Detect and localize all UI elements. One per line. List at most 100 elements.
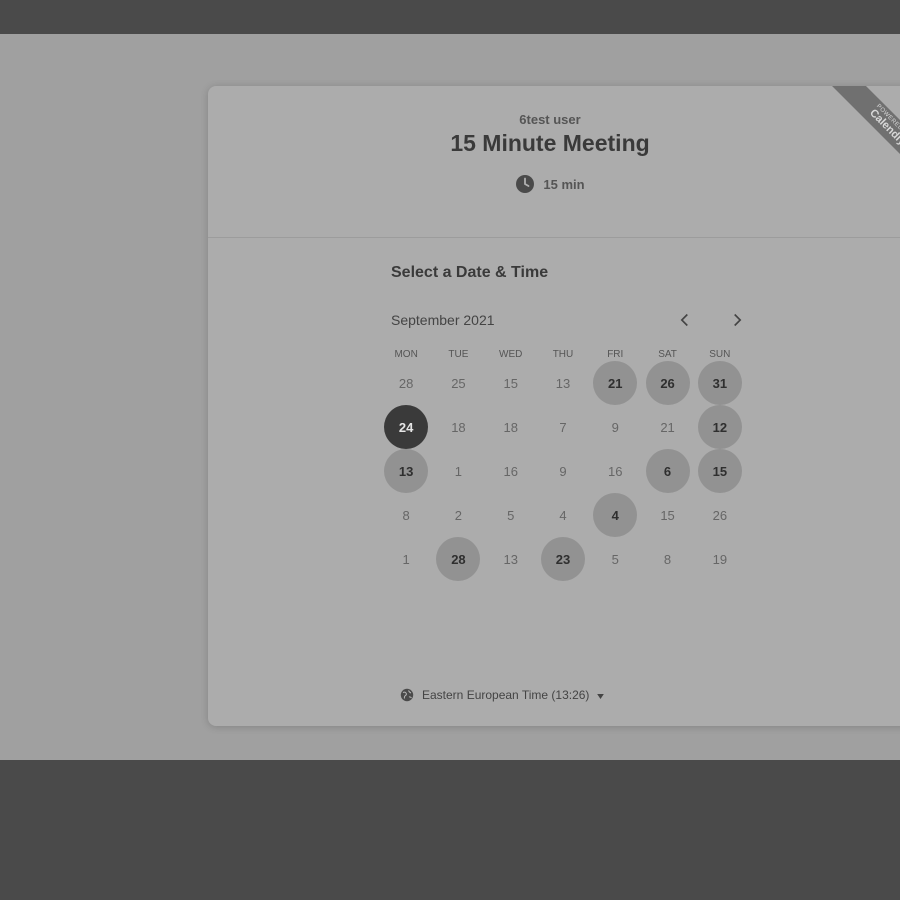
- host-name: 6test user: [519, 112, 581, 127]
- clock-icon: [515, 174, 535, 194]
- day-number: 4: [559, 507, 567, 523]
- day-number: 15: [660, 507, 675, 523]
- day-number: 21: [593, 361, 638, 405]
- calendar-day-available[interactable]: 21: [589, 361, 641, 405]
- day-number: 24: [384, 405, 429, 449]
- previous-month-button[interactable]: [673, 309, 697, 333]
- month-label: September 2021: [391, 312, 495, 328]
- weekday-label: MON: [394, 349, 418, 360]
- calendar-day-unavailable: 18: [432, 406, 484, 448]
- day-number: 2: [454, 507, 463, 523]
- duration-label: 15 min: [543, 176, 585, 192]
- calendar-weeks: 28 25 15 13 21 26 31 24 18 18 7 9 21 12 13 1 16 9 16 6 15 8 2 5…: [380, 361, 746, 581]
- weekday-label: THU: [552, 349, 574, 360]
- calendar-day-unavailable: 1: [380, 538, 432, 580]
- calendar-day-unavailable: 28: [380, 362, 432, 404]
- day-number: 15: [697, 449, 742, 493]
- calendar-day-available[interactable]: 26: [641, 361, 693, 405]
- caret-down-icon: [597, 688, 605, 702]
- calendar-grid: MON TUE WED THU FRI SAT SUN 28 25 15 13 21 26…: [380, 349, 746, 581]
- badge-brand-text: Calendly: [867, 106, 900, 148]
- day-number: 19: [712, 551, 728, 567]
- calendar-day-unavailable: 19: [694, 538, 746, 580]
- day-number: 15: [503, 375, 518, 391]
- month-navigation: September 2021: [391, 309, 742, 333]
- day-number: 31: [697, 361, 742, 405]
- calendar-day-unavailable: 9: [537, 450, 589, 492]
- day-number: 16: [503, 463, 518, 479]
- calendar-day-unavailable: 21: [641, 406, 693, 448]
- day-number: 13: [503, 551, 518, 567]
- date-picker-section: Select a Date & Time September 2021 MON: [208, 239, 900, 726]
- calendar-day-unavailable: 8: [641, 538, 693, 580]
- calendar-day-unavailable: 15: [485, 362, 537, 404]
- calendar-day-available[interactable]: 15: [694, 449, 746, 493]
- day-number: 5: [611, 551, 619, 567]
- event-header: 6test user 15 Minute Meeting 15 min: [208, 86, 900, 238]
- calendar-week: 28 25 15 13 21 26 31: [380, 361, 746, 405]
- weekday-label: FRI: [607, 349, 624, 360]
- calendar-day-available[interactable]: 28: [432, 537, 484, 581]
- day-number: 18: [503, 419, 518, 435]
- section-title: Select a Date & Time: [391, 264, 549, 281]
- day-number: 1: [402, 551, 410, 567]
- calendar-day-available[interactable]: 12: [694, 405, 746, 449]
- weekday-header: MON TUE WED THU FRI SAT SUN: [380, 349, 746, 360]
- event-duration: 15 min: [208, 174, 892, 194]
- day-number: 12: [697, 405, 742, 449]
- chevron-right-icon: [734, 313, 742, 327]
- day-number: 13: [384, 449, 429, 493]
- calendar-day-unavailable: 5: [589, 538, 641, 580]
- calendar-day-unavailable: 16: [485, 450, 537, 492]
- calendar-day-unavailable: 26: [694, 494, 746, 536]
- badge-ribbon: POWERED BY Calendly: [827, 86, 900, 188]
- calendar-day-unavailable: 13: [537, 362, 589, 404]
- calendar-day-unavailable: 7: [537, 406, 589, 448]
- timezone-label: Eastern European Time (13:26): [422, 688, 590, 702]
- day-number: 28: [398, 375, 414, 391]
- day-number: 16: [608, 463, 623, 479]
- globe-icon: [400, 688, 414, 702]
- weekday-label: TUE: [448, 349, 469, 360]
- day-number: 8: [402, 507, 410, 523]
- calendar-day-unavailable: 8: [380, 494, 432, 536]
- calendar-day-unavailable: 13: [485, 538, 537, 580]
- calendar-day-unavailable: 18: [485, 406, 537, 448]
- day-number: 1: [454, 463, 463, 479]
- weekday-label: SAT: [658, 349, 677, 360]
- calendar-day-available[interactable]: 23: [537, 537, 589, 581]
- calendar-day-available[interactable]: 4: [589, 493, 641, 537]
- calendar-day-unavailable: 9: [589, 406, 641, 448]
- calendar-day-unavailable: 16: [589, 450, 641, 492]
- day-number: 26: [712, 507, 728, 523]
- day-number: 5: [507, 507, 515, 523]
- calendar-day-selected[interactable]: 24: [380, 405, 432, 449]
- day-number: 18: [451, 419, 466, 435]
- day-number: 26: [645, 361, 690, 405]
- next-month-button[interactable]: [725, 309, 749, 333]
- weekday-label: SUN: [709, 349, 731, 360]
- chevron-left-icon: [680, 313, 688, 327]
- calendar-day-unavailable: 4: [537, 494, 589, 536]
- calendar-day-available[interactable]: 6: [641, 449, 693, 493]
- day-number: 25: [451, 375, 466, 391]
- day-number: 6: [645, 449, 690, 493]
- calendar-day-unavailable: 2: [432, 494, 484, 536]
- event-title: 15 Minute Meeting: [450, 130, 650, 156]
- calendar-day-unavailable: 25: [432, 362, 484, 404]
- calendar-day-available[interactable]: 13: [380, 449, 432, 493]
- powered-by-badge[interactable]: POWERED BY Calendly: [818, 86, 900, 196]
- page-viewport: 6test user 15 Minute Meeting 15 min POWE…: [0, 34, 900, 760]
- day-number: 28: [436, 537, 481, 581]
- day-number: 9: [611, 419, 619, 435]
- weekday-label: WED: [499, 349, 523, 360]
- calendar-day-unavailable: 5: [485, 494, 537, 536]
- calendar-week: 1 28 13 23 5 8 19: [380, 537, 746, 581]
- calendar-day-available[interactable]: 31: [694, 361, 746, 405]
- timezone-selector[interactable]: Eastern European Time (13:26): [400, 688, 605, 702]
- day-number: 8: [663, 551, 672, 567]
- calendar-week: 8 2 5 4 4 15 26: [380, 493, 746, 537]
- day-number: 13: [555, 375, 571, 391]
- calendar-day-unavailable: 15: [641, 494, 693, 536]
- day-number: 23: [540, 537, 585, 581]
